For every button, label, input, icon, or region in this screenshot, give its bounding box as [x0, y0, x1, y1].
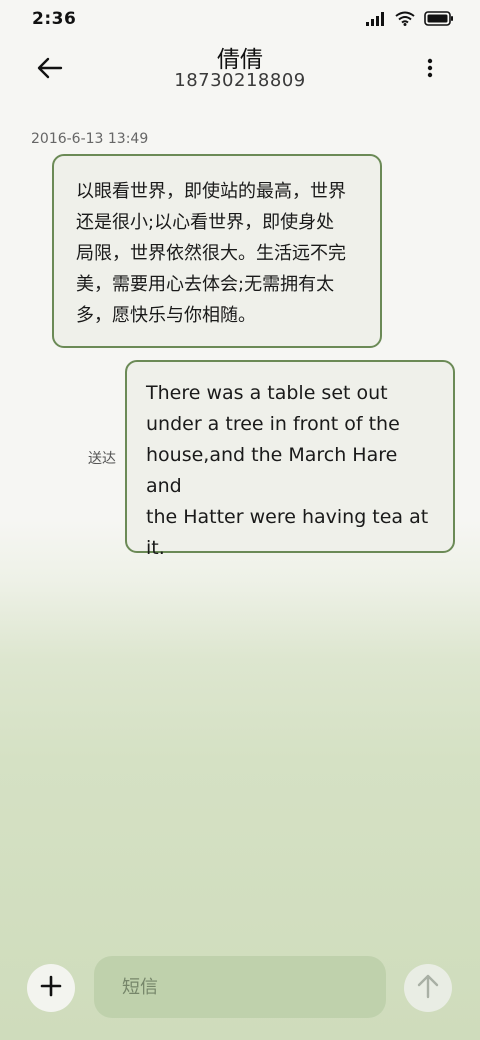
signal-icon [366, 11, 386, 30]
outgoing-message-bubble[interactable]: There was a table set out under a tree i… [125, 360, 455, 559]
message-line: it. [146, 537, 165, 559]
more-vertical-icon [427, 58, 433, 82]
add-attachment-button[interactable] [27, 964, 75, 1012]
message-line: 多，愿快乐与你相随。 [76, 305, 256, 326]
contact-name: 倩倩 [217, 47, 263, 73]
send-arrow-icon [417, 973, 439, 1003]
message-input[interactable] [94, 956, 386, 1018]
status-bar: 2:36 [0, 0, 480, 40]
message-line: 还是很小;以心看世界，即使身处 [76, 212, 335, 233]
message-line: 局限，世界依然很大。生活远不完 [76, 243, 346, 264]
contact-phone-number: 18730218809 [174, 70, 306, 91]
status-time: 2:36 [32, 9, 77, 29]
incoming-message-bubble[interactable]: 以眼看世界，即使站的最高，世界 还是很小;以心看世界，即使身处 局限，世界依然很… [52, 154, 382, 348]
more-options-button[interactable] [410, 50, 450, 90]
message-line: 美，需要用心去体会;无需拥有太 [76, 274, 335, 295]
send-button[interactable] [404, 964, 452, 1012]
status-icons [366, 10, 454, 30]
message-line: There was a table set out [146, 382, 388, 404]
message-line: the Hatter were having tea at [146, 506, 429, 528]
message-line: 以眼看世界，即使站的最高，世界 [76, 181, 346, 202]
message-timestamp: 2016-6-13 13:49 [31, 131, 149, 147]
conversation-header: 倩倩 18730218809 [0, 40, 480, 100]
delivery-status: 送达 [88, 451, 116, 467]
plus-icon [40, 975, 62, 1001]
wifi-icon [395, 11, 415, 30]
message-line: house,and the March Hare and [146, 444, 398, 497]
message-line: under a tree in front of the [146, 413, 400, 435]
battery-icon [424, 10, 454, 30]
